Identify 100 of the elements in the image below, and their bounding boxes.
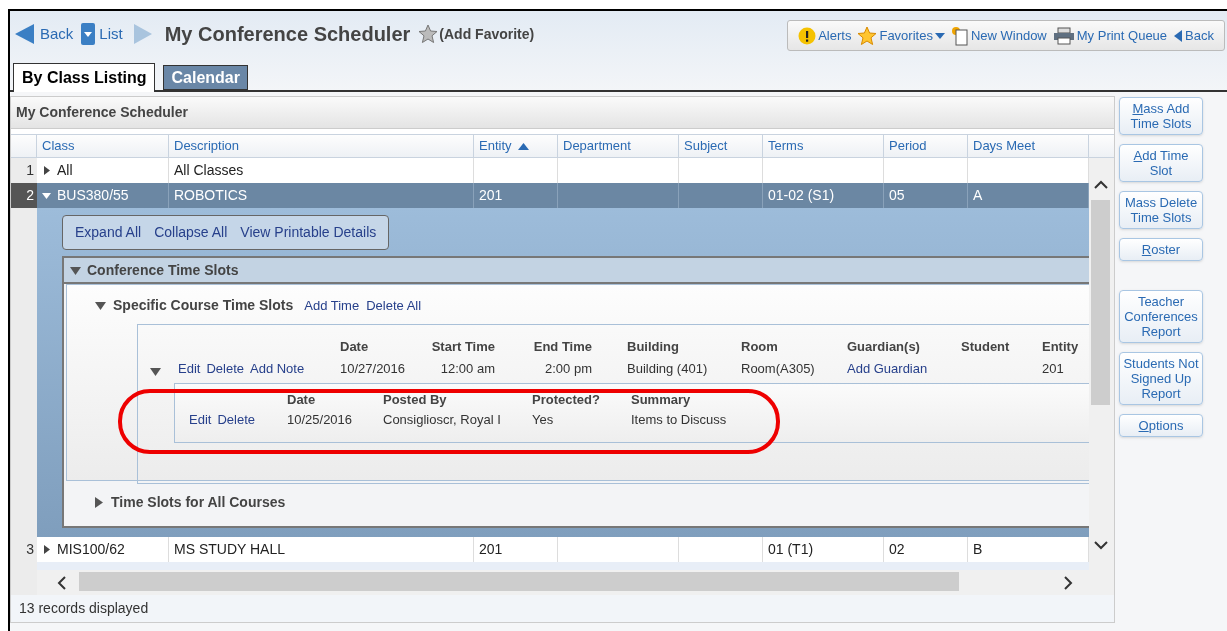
new-window-icon [950,25,969,46]
table-cell: 2:00 pm [545,361,592,377]
table-cell: Items to Discuss [631,412,727,428]
chevron-left-icon [57,576,66,590]
table-cell-text: All Classes [174,161,244,180]
caret-down-icon[interactable] [95,300,106,311]
caret-down-icon[interactable] [42,191,51,200]
table-cell-text: 01 (T1) [768,540,814,559]
table-row[interactable]: 2 BUS380/55 ROBOTICS 201 01-02 (S1) 05 A [11,183,1089,208]
column-header: Building [627,339,679,355]
back-arrow-icon [1173,28,1184,43]
link[interactable]: View Printable Details [240,222,377,243]
panel-title: My Conference Scheduler [11,97,1114,129]
toolbar-link[interactable]: Favorites [857,25,945,46]
table-cell: 10/27/2016 [340,361,406,377]
side-button[interactable]: Mass Add Time Slots [1119,97,1203,135]
table-cell-text: BUS380/55 [57,186,129,205]
status-text: 13 records displayed [19,599,149,618]
column-header[interactable]: Entity [474,135,558,157]
column-header[interactable]: Subject [679,135,763,157]
column-header: Guardian(s) [847,339,920,355]
toolbar-link[interactable]: My Print Queue [1052,25,1168,46]
table-cell-text: All [57,161,73,180]
side-button[interactable]: Options [1119,414,1203,437]
row-number: 1 [11,158,37,183]
toolbar-link[interactable]: New Window [950,25,1047,46]
column-header[interactable]: Description [169,135,474,157]
alert-icon [798,26,817,45]
link[interactable]: Add Note [250,359,305,379]
back-link[interactable]: Back [40,22,74,46]
vertical-scrollbar[interactable] [1089,158,1114,570]
list-link[interactable]: List [99,22,123,46]
table-cell-text: 201 [479,186,503,205]
printer-icon [1052,26,1075,45]
column-header[interactable]: Department [558,135,679,157]
column-header: Date [287,392,316,408]
column-header[interactable]: Terms [763,135,884,157]
scrollbar-thumb[interactable] [1091,200,1110,405]
column-header[interactable]: Period [884,135,968,157]
link[interactable]: Delete All [366,295,422,316]
table-row[interactable]: 3 MIS100/62 MS STUDY HALL 201 01 (T1) 02 B [11,537,1089,562]
column-header: Entity [1042,339,1079,355]
column-header: Room [741,339,778,355]
tab[interactable]: By Class Listing [13,63,156,92]
column-header: Start Time [431,339,495,355]
table-row[interactable]: 1 All All Classes [11,158,1089,183]
scrollbar-thumb[interactable] [79,572,959,591]
row-number: 2 [11,183,37,208]
toolbar-link[interactable]: Back [1173,25,1214,46]
side-button[interactable]: Students Not Signed Up Report [1119,352,1203,405]
link[interactable]: Delete [206,359,244,379]
table-cell: Yes [532,412,554,428]
column-header[interactable]: Days Meet [968,135,1089,157]
tab[interactable]: Calendar [163,65,248,90]
table-cell-text: MS STUDY HALL [174,540,285,559]
link[interactable]: Expand All [75,222,142,243]
caret-right-icon[interactable] [42,545,51,554]
table-cell: Room(A305) [741,361,815,377]
table-cell-text: 01-02 (S1) [768,186,835,205]
column-header: Protected? [532,392,600,408]
toolbar-link[interactable]: Alerts [798,25,852,46]
caret-down-icon[interactable] [70,264,81,276]
table-cell-text: ROBOTICS [174,186,248,205]
table-cell: Building (401) [627,361,708,377]
table-cell-text: 05 [889,186,905,205]
table-cell: 12:00 am [440,361,495,377]
column-header: Date [340,339,369,355]
caret-right-icon[interactable] [42,166,51,175]
chevron-down-icon [1094,541,1108,550]
table-cell-text: A [973,186,983,205]
add-favorite-link[interactable]: (Add Favorite) [439,23,535,45]
star-icon [418,24,439,44]
side-button[interactable]: Roster [1119,238,1203,261]
table-cell-text: 02 [889,540,905,559]
side-button[interactable]: Add Time Slot [1119,144,1203,182]
caret-down-icon[interactable] [150,365,161,377]
horizontal-scrollbar[interactable] [37,570,1114,595]
column-header: Student [961,339,1010,355]
table-cell-text: 201 [479,540,503,559]
column-header: Summary [631,392,691,408]
table-cell-text: MIS100/62 [57,540,125,559]
side-button[interactable]: Mass Delete Time Slots [1119,191,1203,229]
link[interactable]: Edit [189,410,212,430]
caret-down-icon [934,31,945,40]
side-button[interactable]: Teacher Conferences Report [1119,290,1203,343]
column-header[interactable]: Class [37,135,169,157]
chevron-up-icon [1094,180,1108,189]
back-arrow-icon [14,23,36,45]
forward-arrow-icon [132,23,153,45]
chevron-right-icon [1064,576,1073,590]
caret-right-icon[interactable] [93,496,104,508]
dropdown-icon [81,23,96,45]
row-number: 3 [11,537,37,562]
column-header: End Time [533,339,592,355]
star-icon [857,25,878,46]
link[interactable]: Delete [217,410,255,430]
link[interactable]: Add Time [304,295,360,316]
link[interactable]: Collapse All [154,222,228,243]
link[interactable]: Edit [178,359,201,379]
link[interactable]: Add Guardian [847,361,928,377]
